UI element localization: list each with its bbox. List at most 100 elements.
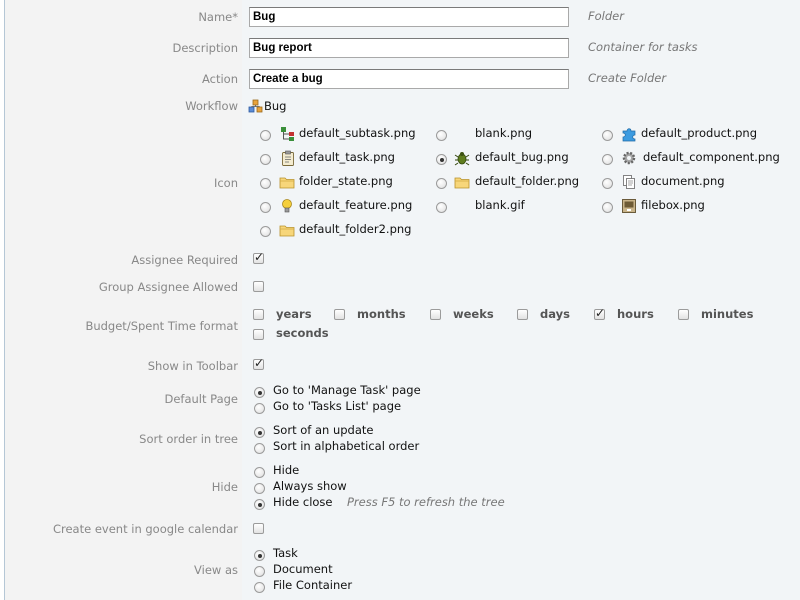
hide-label: Hide — [211, 480, 238, 494]
icon-radio-default-subtask[interactable] — [260, 130, 271, 141]
icon-option-label: default_task.png — [299, 150, 395, 164]
view-as-radio-document[interactable] — [254, 566, 265, 577]
hide-option: Always show — [273, 479, 347, 493]
icon-option-label: default_subtask.png — [299, 126, 416, 140]
view-as-radio-task[interactable] — [254, 550, 265, 561]
filebox-icon — [621, 198, 637, 214]
labels-column — [5, 0, 242, 600]
time-unit-weeks-checkbox[interactable] — [430, 309, 441, 320]
hide-option: Hide close — [273, 495, 333, 509]
show-toolbar-label: Show in Toolbar — [147, 359, 238, 373]
time-unit-months-checkbox[interactable] — [334, 309, 345, 320]
group-assignee-checkbox[interactable] — [253, 281, 264, 292]
default-page-option: Go to 'Manage Task' page — [273, 383, 421, 397]
time-format-label: Budget/Spent Time format — [85, 319, 238, 333]
hide-option: Hide — [273, 463, 300, 477]
icon-option-label: folder_state.png — [299, 174, 393, 188]
icon-radio-default-task[interactable] — [260, 154, 271, 165]
hide-radio-hide[interactable] — [254, 467, 265, 478]
icon-radio-filebox[interactable] — [602, 202, 613, 213]
icon-radio-default-feature[interactable] — [260, 202, 271, 213]
puzzle-icon — [621, 126, 637, 142]
google-calendar-checkbox[interactable] — [253, 523, 264, 534]
action-field[interactable] — [249, 69, 569, 89]
icon-radio-default-bug[interactable] — [436, 154, 447, 165]
clipboard-icon — [280, 150, 296, 166]
bug-icon — [454, 150, 470, 166]
google-calendar-label: Create event in google calendar — [52, 522, 238, 536]
time-unit-label: years — [276, 307, 312, 321]
folder-icon — [454, 174, 470, 190]
view-as-option: Document — [273, 562, 333, 576]
time-unit-days-checkbox[interactable] — [517, 309, 528, 320]
icon-label: Icon — [213, 176, 238, 190]
icon-radio-default-component[interactable] — [602, 154, 613, 165]
action-hint: Create Folder — [588, 71, 667, 85]
icon-radio-folder-state[interactable] — [260, 178, 271, 189]
hide-radio-always-show[interactable] — [254, 483, 265, 494]
icon-radio-blank-gif[interactable] — [436, 202, 447, 213]
show-toolbar-checkbox[interactable] — [253, 356, 264, 370]
view-as-option: Task — [273, 546, 298, 560]
time-unit-label: weeks — [453, 307, 494, 321]
default-page-radio-manage[interactable] — [254, 387, 265, 398]
default-page-label: Default Page — [164, 392, 238, 406]
view-as-label: View as — [194, 563, 238, 577]
sort-order-radio-alpha[interactable] — [254, 443, 265, 454]
time-unit-label: minutes — [701, 307, 754, 321]
time-unit-label: months — [357, 307, 406, 321]
default-page-radio-list[interactable] — [254, 403, 265, 414]
view-as-option: File Container — [273, 578, 353, 592]
description-label: Description — [172, 41, 239, 55]
time-unit-years-checkbox[interactable] — [253, 309, 264, 320]
folder-icon — [279, 222, 295, 238]
description-field[interactable] — [249, 38, 569, 58]
icon-radio-default-folder2[interactable] — [260, 226, 271, 237]
action-label: Action — [201, 72, 238, 86]
form-panel — [4, 0, 800, 600]
workflow-label: Workflow — [185, 99, 238, 113]
name-field[interactable] — [249, 7, 569, 27]
icon-option-label: blank.gif — [475, 198, 525, 212]
icon-option-label: default_bug.png — [475, 150, 569, 164]
gear-icon — [621, 150, 637, 166]
time-unit-hours-checkbox[interactable] — [594, 306, 605, 320]
icon-option-label: default_component.png — [643, 150, 780, 164]
icon-radio-blank-png[interactable] — [436, 130, 447, 141]
subtask-icon — [280, 126, 296, 142]
icon-radio-default-product[interactable] — [602, 130, 613, 141]
icon-option-label: default_folder.png — [475, 174, 580, 188]
icon-option-label: default_folder2.png — [299, 222, 412, 236]
time-unit-label: days — [540, 307, 570, 321]
folder-icon — [279, 174, 295, 190]
default-page-option: Go to 'Tasks List' page — [273, 399, 402, 413]
icon-option-label: document.png — [641, 174, 725, 188]
assignee-required-checkbox[interactable] — [253, 250, 264, 264]
time-unit-label: seconds — [276, 326, 329, 340]
sort-order-option: Sort of an update — [273, 423, 374, 437]
icon-option-label: default_product.png — [641, 126, 757, 140]
assignee-required-label: Assignee Required — [131, 253, 238, 267]
icon-radio-document[interactable] — [602, 178, 613, 189]
sort-order-radio-update[interactable] — [254, 427, 265, 438]
hide-radio-hide-close[interactable] — [254, 499, 265, 510]
sort-order-label: Sort order in tree — [139, 432, 238, 446]
document-icon — [621, 174, 637, 190]
description-hint: Container for tasks — [588, 40, 698, 54]
icon-option-label: filebox.png — [641, 198, 705, 212]
name-hint: Folder — [588, 9, 624, 23]
lightbulb-icon — [279, 198, 295, 214]
time-unit-minutes-checkbox[interactable] — [678, 309, 689, 320]
hide-note: Press F5 to refresh the tree — [347, 495, 505, 509]
icon-radio-default-folder[interactable] — [436, 178, 447, 189]
workflow-link[interactable]: Bug — [264, 99, 286, 113]
time-unit-seconds-checkbox[interactable] — [253, 329, 264, 340]
icon-option-label: blank.png — [475, 126, 533, 140]
values-column — [242, 0, 800, 600]
time-unit-label: hours — [617, 307, 654, 321]
view-as-radio-file-container[interactable] — [254, 582, 265, 593]
sort-order-option: Sort in alphabetical order — [273, 439, 420, 453]
workflow-icon — [248, 98, 264, 114]
icon-option-label: default_feature.png — [299, 198, 413, 212]
name-label: Name* — [198, 10, 238, 24]
